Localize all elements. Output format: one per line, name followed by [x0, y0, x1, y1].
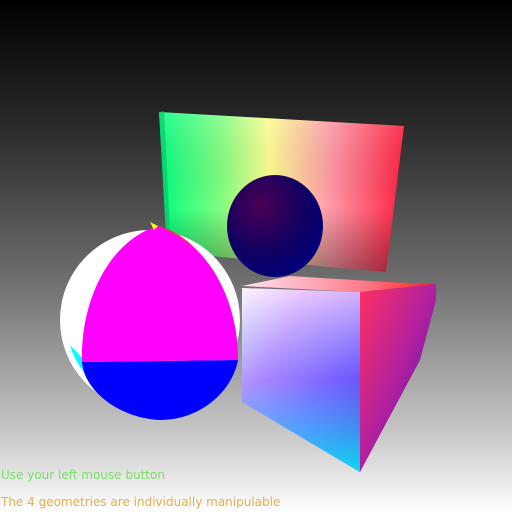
cube-geometry[interactable] [242, 276, 436, 472]
hud-info-text: The 4 geometries are individually manipu… [1, 495, 281, 509]
3d-viewport[interactable]: Use your left mouse button The 4 geometr… [0, 0, 512, 512]
hud-instruction-text: Use your left mouse button [1, 468, 165, 482]
scene-canvas[interactable] [0, 0, 512, 512]
